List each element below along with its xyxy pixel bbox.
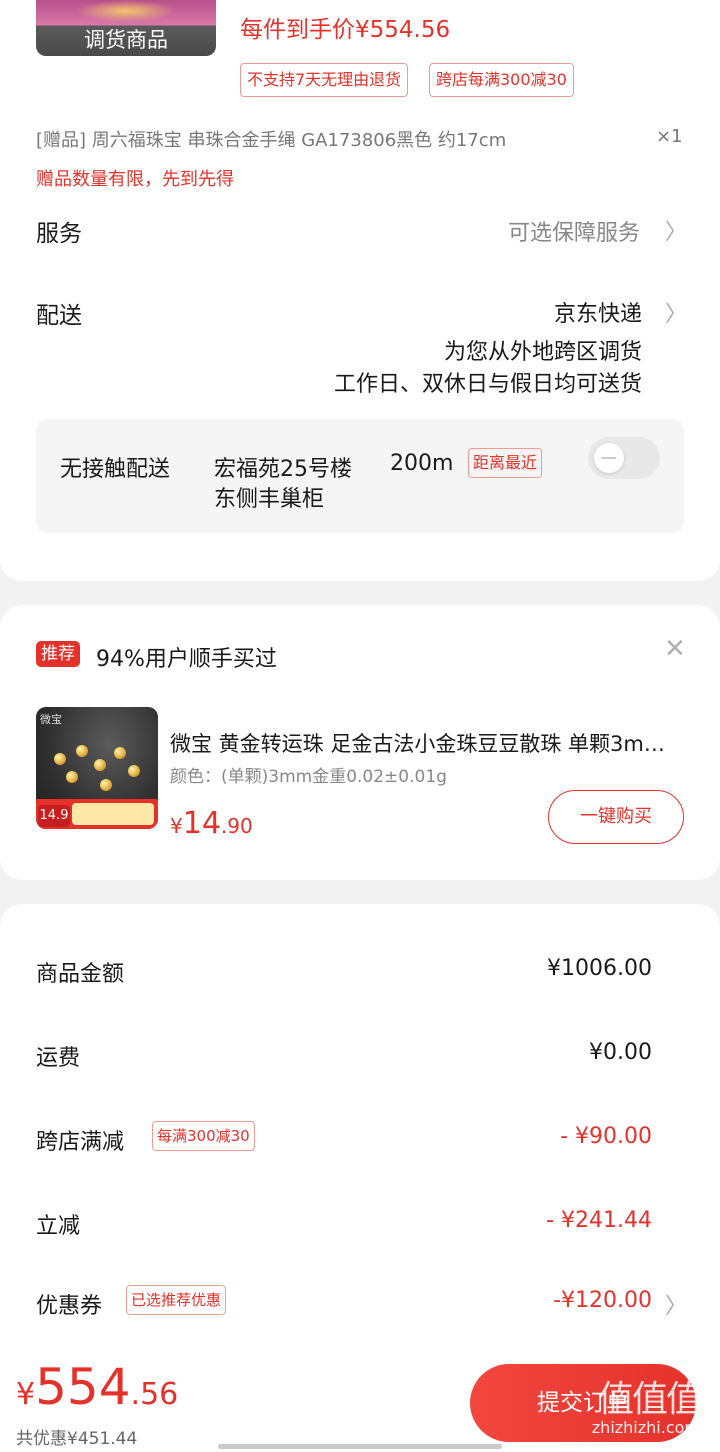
price-currency: ¥ xyxy=(170,814,183,838)
instant-discount-value: - ¥241.44 xyxy=(546,1208,652,1233)
pickup-distance: 200m xyxy=(390,451,454,476)
gift-quantity: ×1 xyxy=(656,126,683,147)
coupon-tag: 已选推荐优惠 xyxy=(126,1285,227,1315)
delivery-note-days: 工作日、双休日与假日均可送货 xyxy=(333,372,642,397)
one-click-buy-button[interactable]: 一键购买 xyxy=(548,790,684,844)
cross-store-label: 跨店满减 xyxy=(36,1130,125,1155)
cross-store-value: - ¥90.00 xyxy=(560,1124,652,1149)
gold-bead xyxy=(94,759,106,771)
transfer-goods-label: 调货商品 xyxy=(84,28,168,52)
toggle-knob xyxy=(594,443,624,473)
recommend-badge: 推荐 xyxy=(36,641,80,667)
goods-amount-value: ¥1006.00 xyxy=(547,956,652,981)
pickup-location-detail: 东侧丰巢柜 xyxy=(214,487,325,512)
gift-item: [赠品] 周六福珠宝 串珠合金手绳 GA173806黑色 约17cm xyxy=(36,130,507,151)
watermark: 值值值 zhizhizhi.com xyxy=(558,1370,708,1442)
promo-tag: 跨店每满300减30 xyxy=(429,63,574,97)
no-return-tag: 不支持7天无理由退货 xyxy=(240,63,409,97)
unit-price: 每件到手价¥554.56 xyxy=(240,17,451,43)
recommend-product-spec: 颜色：(单颗)3mm金重0.02±0.01g xyxy=(170,767,447,787)
gold-bead xyxy=(114,747,126,759)
image-price-badge: 14.9 xyxy=(38,805,70,827)
total-price: ¥554.56 xyxy=(16,1358,178,1416)
coupon-value[interactable]: -¥120.00 xyxy=(553,1288,652,1313)
shipping-value: ¥0.00 xyxy=(589,1040,652,1065)
gold-bead xyxy=(76,745,88,757)
contactless-delivery-box: 无接触配送 宏福苑25号楼 200m 距离最近 东侧丰巢柜 xyxy=(36,419,684,533)
service-option-link[interactable]: 可选保障服务 xyxy=(508,215,640,247)
gold-bead xyxy=(54,753,66,765)
chevron-right-icon[interactable]: 〉 xyxy=(665,1288,687,1320)
watermark-url: zhizhizhi.com xyxy=(591,1418,700,1437)
gold-bead xyxy=(100,779,112,791)
gold-bead xyxy=(128,765,140,777)
recommend-product-price: ¥14.90 xyxy=(170,806,253,841)
gift-note: 赠品数量有限，先到先得 xyxy=(36,169,234,190)
goods-amount-label: 商品金额 xyxy=(36,962,125,987)
contactless-toggle[interactable] xyxy=(588,437,660,479)
service-label: 服务 xyxy=(36,221,82,247)
total-currency: ¥ xyxy=(16,1377,36,1412)
price-decimal: .90 xyxy=(220,814,253,838)
watermark-logo: 值值值 xyxy=(597,1379,702,1420)
recommend-title: 94%用户顺手买过 xyxy=(96,647,277,672)
brand-mark: 微宝 xyxy=(40,713,62,726)
total-decimal: .56 xyxy=(130,1377,179,1412)
product-image-glow xyxy=(76,0,176,22)
price-integer: 14 xyxy=(182,806,221,841)
total-integer: 554 xyxy=(35,1358,131,1416)
nearest-tag: 距离最近 xyxy=(468,448,543,478)
instant-discount-label: 立减 xyxy=(36,1214,81,1239)
total-saved: 共优惠¥451.44 xyxy=(16,1429,138,1449)
cross-store-tag: 每满300减30 xyxy=(152,1121,255,1151)
chevron-right-icon[interactable]: 〉 xyxy=(665,214,687,246)
product-thumbnail[interactable]: 调货商品 xyxy=(36,0,216,56)
gold-bead xyxy=(66,771,78,783)
close-icon[interactable]: ✕ xyxy=(664,634,686,664)
recommend-product-name[interactable]: 微宝 黄金转运珠 足金古法小金珠豆豆散珠 单颗3mm 金重0.02±0.01g xyxy=(170,728,680,758)
home-indicator[interactable] xyxy=(218,1444,502,1449)
pickup-location: 宏福苑25号楼 xyxy=(214,457,352,482)
delivery-method[interactable]: 京东快递 xyxy=(554,296,642,328)
shipping-label: 运费 xyxy=(36,1046,81,1071)
recommend-product-image[interactable]: 微宝 14.9 xyxy=(36,707,158,829)
chevron-right-icon[interactable]: 〉 xyxy=(665,296,687,328)
delivery-note-transfer: 为您从外地跨区调货 xyxy=(443,340,642,365)
contactless-label: 无接触配送 xyxy=(60,457,171,482)
coupon-label: 优惠券 xyxy=(36,1294,103,1319)
delivery-label: 配送 xyxy=(36,303,82,329)
